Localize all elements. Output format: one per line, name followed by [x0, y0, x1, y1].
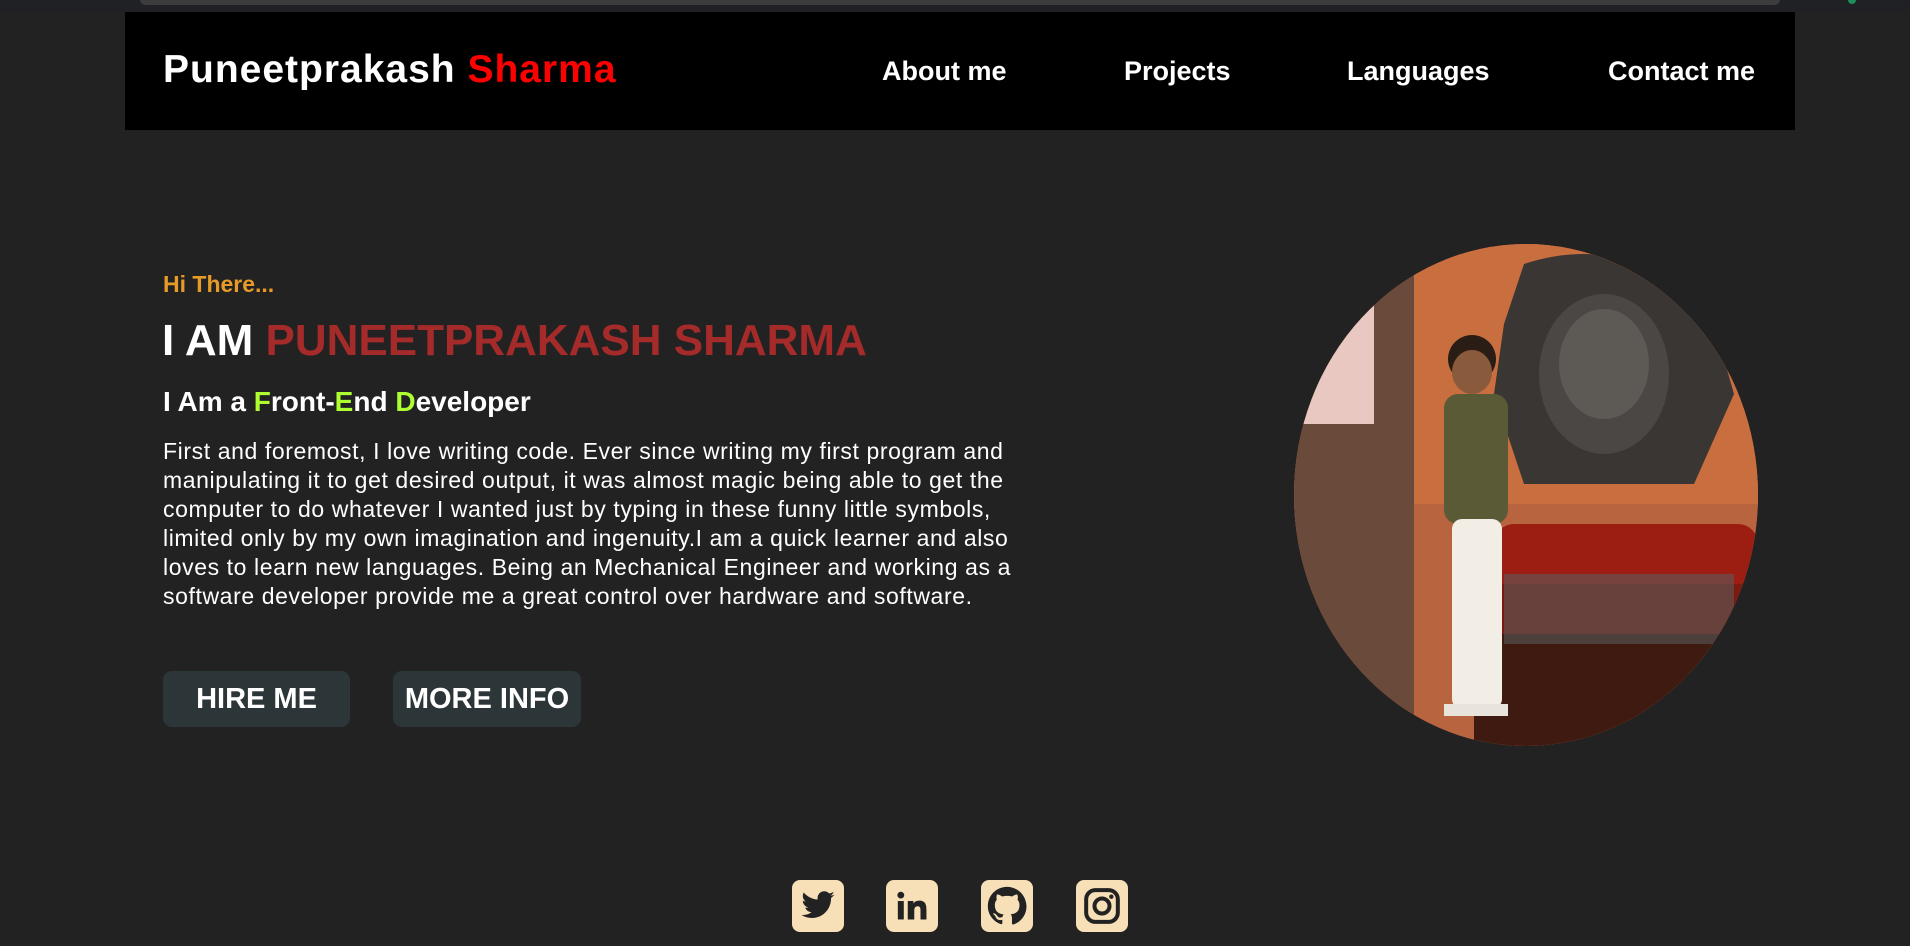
- more-info-button[interactable]: MORE INFO: [393, 671, 581, 727]
- hero-headline: I AM PUNEETPRAKASH SHARMA: [162, 316, 867, 366]
- role-part-nd: nd: [353, 386, 396, 417]
- bio-paragraph: First and foremost, I love writing code.…: [163, 438, 1011, 609]
- role-letter-e: E: [334, 386, 354, 417]
- browser-tab-strip: [140, 0, 1780, 5]
- headline-name: PUNEETPRAKASH SHARMA: [265, 316, 867, 365]
- brand-last-name: Sharma: [467, 48, 617, 91]
- nav-link-projects[interactable]: Projects: [1124, 56, 1231, 87]
- role-letter-d: D: [395, 386, 416, 417]
- brand-logo[interactable]: Puneetprakash Sharma: [163, 48, 617, 92]
- role-part-ront: ront-: [270, 386, 335, 417]
- hire-me-button[interactable]: HIRE ME: [163, 671, 350, 727]
- nav-link-about[interactable]: About me: [882, 56, 1007, 87]
- role-part-eveloper: eveloper: [415, 386, 531, 417]
- role-letter-f: F: [253, 386, 271, 417]
- role-prefix: I Am a: [163, 386, 254, 417]
- nav-link-contact[interactable]: Contact me: [1608, 56, 1755, 87]
- browser-chrome: [0, 0, 1910, 12]
- instagram-icon[interactable]: [1076, 880, 1128, 932]
- linkedin-icon[interactable]: [886, 880, 938, 932]
- brand-first-name: Puneetprakash: [163, 48, 456, 91]
- browser-status-dot: [1848, 0, 1856, 4]
- navbar: Puneetprakash Sharma About me Projects L…: [125, 12, 1795, 130]
- headline-prefix: I AM: [162, 316, 254, 365]
- profile-photo: [1294, 244, 1758, 746]
- role-title: I Am a Front-End Developer: [163, 386, 531, 418]
- nav-link-languages[interactable]: Languages: [1347, 56, 1490, 87]
- github-icon[interactable]: [981, 880, 1033, 932]
- twitter-icon[interactable]: [792, 880, 844, 932]
- greeting-text: Hi There...: [163, 271, 275, 297]
